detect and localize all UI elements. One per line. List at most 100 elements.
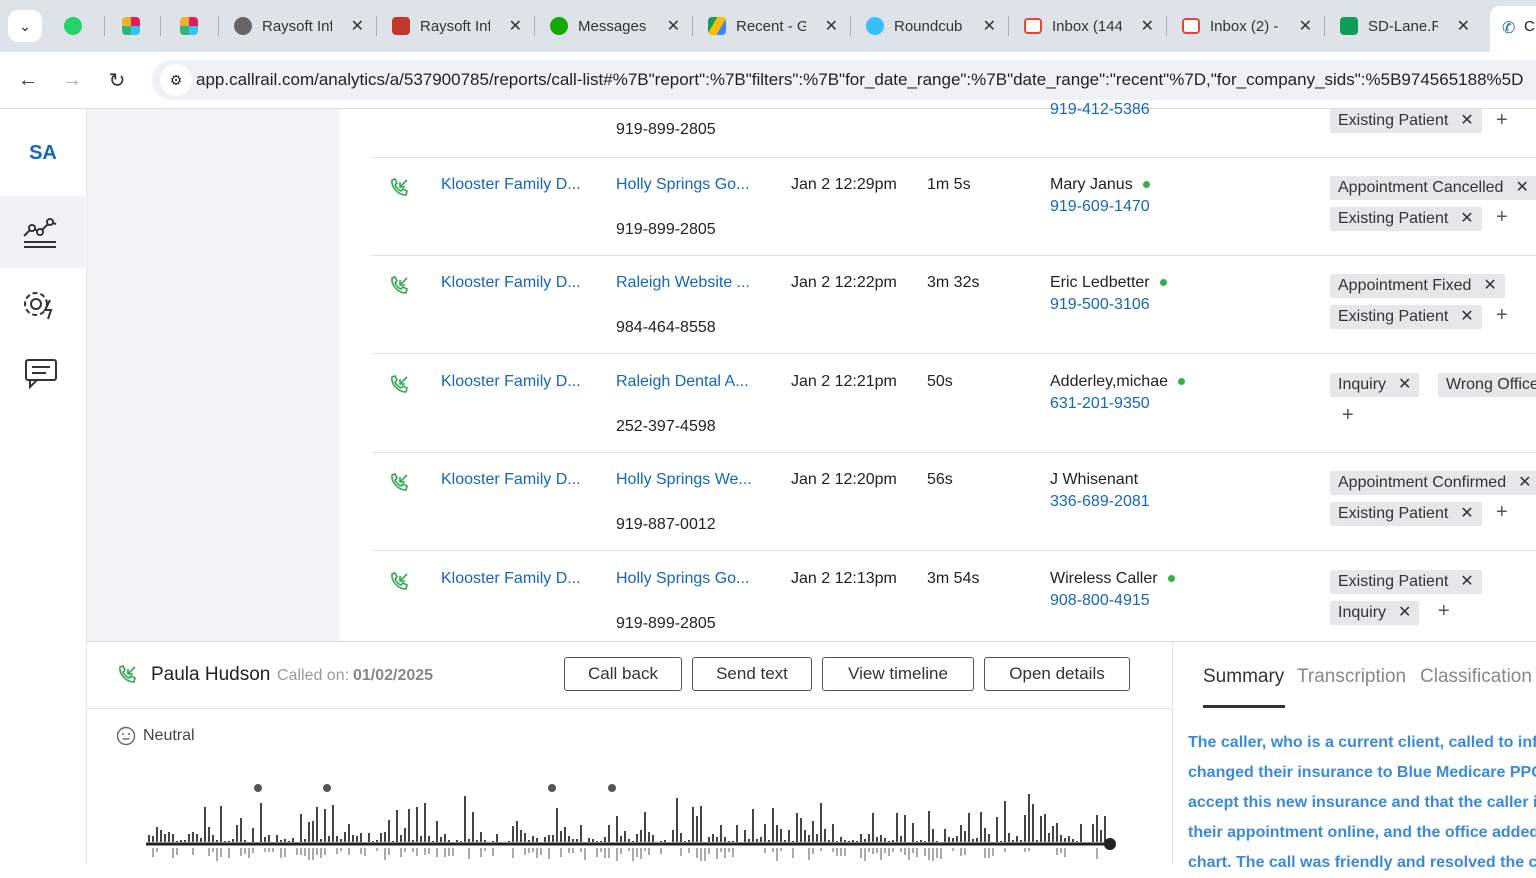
waveform-bar-agent — [528, 840, 530, 842]
tag[interactable]: Appointment Fixed ✕ — [1330, 274, 1505, 298]
tag-existing-patient[interactable]: Existing Patient ✕ — [1330, 109, 1482, 133]
table-row[interactable]: Klooster Family D... Raleigh Website ... 9… — [372, 255, 1536, 354]
remove-tag-icon[interactable]: ✕ — [1460, 308, 1473, 325]
waveform-bar-agent — [1092, 824, 1094, 842]
remove-tag-icon[interactable]: ✕ — [1460, 505, 1473, 522]
tab-callrail-active[interactable]: ✆ C — [1490, 6, 1536, 52]
add-tag-icon[interactable]: + — [1496, 206, 1508, 229]
tag[interactable]: Inquiry ✕ — [1330, 601, 1420, 625]
tab-upwork-messages[interactable]: Messages ✕ — [550, 8, 680, 44]
table-row[interactable]: Klooster Family D... Holly Springs Go... 9… — [372, 551, 1536, 650]
source-link[interactable]: Holly Springs Go... — [616, 176, 749, 194]
caller-number-link[interactable]: 919-412-5386 — [1050, 101, 1150, 119]
caller-number-link[interactable]: 919-609-1470 — [1050, 198, 1150, 216]
add-tag-icon[interactable]: + — [1438, 600, 1450, 623]
open-details-button[interactable]: Open details — [984, 657, 1130, 691]
call-audio-waveform[interactable] — [140, 780, 1120, 864]
send-text-button[interactable]: Send text — [692, 657, 812, 691]
close-tab-icon[interactable]: ✕ — [1141, 16, 1154, 36]
tab-whatsapp[interactable] — [64, 8, 94, 44]
tag[interactable]: Wrong Office — [1438, 373, 1536, 397]
tab-slack-1[interactable] — [122, 8, 152, 44]
table-row[interactable]: Klooster Family D... Raleigh Dental A... 2… — [372, 354, 1536, 453]
tab-raysoft-2[interactable]: Raysoft Inf ✕ — [392, 8, 522, 44]
source-link[interactable]: Raleigh Dental A... — [616, 373, 749, 391]
waveform-marker[interactable] — [548, 784, 556, 792]
table-row[interactable]: 919-899-2805 919-412-5386 Existing Patie… — [372, 101, 1536, 158]
tag[interactable]: Appointment Cancelled ✕ — [1330, 176, 1536, 200]
tab-roundcube[interactable]: Roundcub ✕ — [866, 8, 996, 44]
waveform-bar-agent — [744, 830, 746, 842]
add-tag-icon[interactable]: + — [1496, 304, 1508, 327]
waveform-bar-agent — [928, 811, 930, 842]
tab-gmail-1[interactable]: Inbox (144 ✕ — [1024, 8, 1154, 44]
tab-google-sheets[interactable]: SD-Lane.R ✕ — [1340, 8, 1470, 44]
caller-number-link[interactable]: 631-201-9350 — [1050, 395, 1150, 413]
tag[interactable]: Appointment Confirmed ✕ — [1330, 471, 1536, 495]
tab-classification[interactable]: Classification — [1420, 666, 1532, 688]
remove-tag-icon[interactable]: ✕ — [1518, 474, 1531, 491]
tab-google-drive[interactable]: Recent - G ✕ — [708, 8, 838, 44]
tab-summary[interactable]: Summary — [1203, 666, 1284, 688]
remove-tag-icon[interactable]: ✕ — [1398, 604, 1411, 621]
source-link[interactable]: Holly Springs Go... — [616, 570, 749, 588]
remove-tag-icon[interactable]: ✕ — [1460, 210, 1473, 227]
waveform-marker[interactable] — [254, 784, 262, 792]
waveform-bar-agent — [576, 839, 578, 842]
waveform-bar-caller — [348, 848, 350, 855]
add-tag-icon[interactable]: + — [1496, 501, 1508, 524]
company-link[interactable]: Klooster Family D... — [441, 471, 581, 489]
settings-lightning-icon[interactable] — [20, 286, 60, 322]
company-link[interactable]: Klooster Family D... — [441, 176, 581, 194]
tag[interactable]: Existing Patient ✕ — [1330, 570, 1482, 594]
close-tab-icon[interactable]: ✕ — [667, 16, 680, 36]
table-row[interactable]: Klooster Family D... Holly Springs We... 9… — [372, 452, 1536, 551]
sheets-icon — [1340, 17, 1358, 35]
add-tag-icon[interactable]: + — [1342, 404, 1354, 427]
waveform-bar-agent — [552, 835, 554, 842]
source-link[interactable]: Raleigh Website ... — [616, 274, 750, 292]
tag[interactable]: Inquiry ✕ — [1330, 373, 1420, 397]
url-text[interactable]: app.callrail.com/analytics/a/537900785/r… — [196, 70, 1523, 90]
tab-raysoft-1[interactable]: Raysoft Inf ✕ — [234, 8, 364, 44]
tab-transcription[interactable]: Transcription — [1297, 666, 1406, 688]
caller-number-link[interactable]: 336-689-2081 — [1050, 493, 1150, 511]
reload-icon[interactable]: ↻ — [101, 64, 133, 96]
site-info-icon[interactable]: ⚙ — [160, 64, 192, 96]
remove-tag-icon[interactable]: ✕ — [1483, 277, 1496, 294]
tag[interactable]: Existing Patient ✕ — [1330, 305, 1482, 329]
table-row[interactable]: Klooster Family D... Holly Springs Go... 9… — [372, 157, 1536, 256]
company-link[interactable]: Klooster Family D... — [441, 274, 581, 292]
caller-number-link[interactable]: 919-500-3106 — [1050, 296, 1150, 314]
remove-tag-icon[interactable]: ✕ — [1460, 573, 1473, 590]
back-arrow-icon[interactable]: ← — [12, 64, 44, 96]
forward-arrow-icon[interactable]: → — [56, 64, 88, 96]
tag[interactable]: Existing Patient ✕ — [1330, 207, 1482, 231]
tab-search-chevron-icon[interactable]: ⌄ — [8, 10, 42, 42]
remove-tag-icon[interactable]: ✕ — [1460, 112, 1473, 129]
tab-gmail-2[interactable]: Inbox (2) - ✕ — [1182, 8, 1312, 44]
conversations-icon[interactable] — [20, 356, 60, 392]
close-tab-icon[interactable]: ✕ — [509, 16, 522, 36]
waveform-marker[interactable] — [608, 784, 616, 792]
waveform-marker[interactable] — [323, 784, 331, 792]
add-tag-icon[interactable]: + — [1496, 109, 1508, 132]
source-link[interactable]: Holly Springs We... — [616, 471, 752, 489]
caller-number-link[interactable]: 908-800-4915 — [1050, 592, 1150, 610]
tab-slack-2[interactable] — [180, 8, 210, 44]
tag[interactable]: Existing Patient ✕ — [1330, 502, 1482, 526]
account-avatar[interactable]: SA — [0, 130, 86, 176]
close-tab-icon[interactable]: ✕ — [351, 16, 364, 36]
playhead-handle[interactable] — [1104, 838, 1116, 850]
remove-tag-icon[interactable]: ✕ — [1398, 376, 1411, 393]
company-link[interactable]: Klooster Family D... — [441, 373, 581, 391]
close-tab-icon[interactable]: ✕ — [1457, 16, 1470, 36]
call-back-button[interactable]: Call back — [564, 657, 682, 691]
remove-tag-icon[interactable]: ✕ — [1515, 179, 1528, 196]
company-link[interactable]: Klooster Family D... — [441, 570, 581, 588]
view-timeline-button[interactable]: View timeline — [822, 657, 974, 691]
close-tab-icon[interactable]: ✕ — [983, 16, 996, 36]
close-tab-icon[interactable]: ✕ — [1299, 16, 1312, 36]
close-tab-icon[interactable]: ✕ — [825, 16, 838, 36]
analytics-icon[interactable] — [20, 214, 60, 250]
